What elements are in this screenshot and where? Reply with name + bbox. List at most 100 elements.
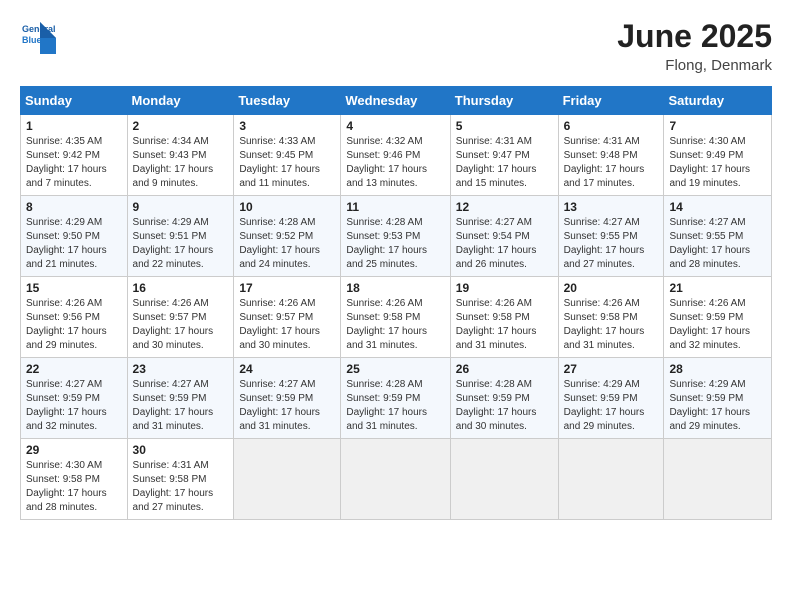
day-cell: 21Sunrise: 4:26 AMSunset: 9:59 PMDayligh… — [664, 277, 772, 358]
day-info-line: Sunset: 9:55 PM — [564, 230, 659, 244]
day-info-line: Sunrise: 4:35 AM — [26, 135, 122, 149]
day-info-line: Sunrise: 4:31 AM — [456, 135, 553, 149]
day-info-line: Sunrise: 4:27 AM — [26, 378, 122, 392]
day-number: 27 — [564, 362, 659, 376]
day-cell: 26Sunrise: 4:28 AMSunset: 9:59 PMDayligh… — [450, 358, 558, 439]
day-info-line: Daylight: 17 hours and 24 minutes. — [239, 244, 335, 272]
day-info: Sunrise: 4:27 AMSunset: 9:54 PMDaylight:… — [456, 216, 553, 272]
day-number: 12 — [456, 200, 553, 214]
day-info-line: Sunrise: 4:28 AM — [456, 378, 553, 392]
day-info: Sunrise: 4:28 AMSunset: 9:59 PMDaylight:… — [346, 378, 444, 434]
day-info-line: Daylight: 17 hours and 27 minutes. — [133, 487, 229, 515]
day-info: Sunrise: 4:26 AMSunset: 9:58 PMDaylight:… — [346, 297, 444, 353]
day-number: 9 — [133, 200, 229, 214]
day-info: Sunrise: 4:30 AMSunset: 9:49 PMDaylight:… — [669, 135, 766, 191]
day-info-line: Sunset: 9:58 PM — [346, 311, 444, 325]
day-cell: 1Sunrise: 4:35 AMSunset: 9:42 PMDaylight… — [21, 115, 128, 196]
day-info-line: Sunrise: 4:27 AM — [239, 378, 335, 392]
day-info-line: Sunset: 9:46 PM — [346, 149, 444, 163]
week-row-5: 29Sunrise: 4:30 AMSunset: 9:58 PMDayligh… — [21, 439, 772, 520]
day-info-line: Sunrise: 4:29 AM — [26, 216, 122, 230]
day-info-line: Sunrise: 4:29 AM — [133, 216, 229, 230]
day-info: Sunrise: 4:26 AMSunset: 9:57 PMDaylight:… — [133, 297, 229, 353]
day-cell: 9 Sunrise: 4:29 AMSunset: 9:51 PMDaylight… — [127, 196, 234, 277]
svg-text:Blue: Blue — [22, 35, 42, 45]
day-number: 16 — [133, 281, 229, 295]
day-number: 15 — [26, 281, 122, 295]
day-info-line: Sunset: 9:57 PM — [239, 311, 335, 325]
day-number: 19 — [456, 281, 553, 295]
col-wednesday: Wednesday — [341, 87, 450, 115]
day-info-line: Sunset: 9:58 PM — [564, 311, 659, 325]
day-info-line: Daylight: 17 hours and 21 minutes. — [26, 244, 122, 272]
day-number: 30 — [133, 443, 229, 457]
day-number: 28 — [669, 362, 766, 376]
day-info-line: Daylight: 17 hours and 31 minutes. — [133, 406, 229, 434]
day-cell — [558, 439, 664, 520]
day-info: Sunrise: 4:28 AMSunset: 9:59 PMDaylight:… — [456, 378, 553, 434]
day-info: Sunrise: 4:29 AMSunset: 9:59 PMDaylight:… — [564, 378, 659, 434]
day-info: Sunrise: 4:29 AMSunset: 9:51 PMDaylight:… — [133, 216, 229, 272]
header: General Blue June 2025 Flong, Denmark — [20, 18, 772, 74]
day-info-line: Daylight: 17 hours and 9 minutes. — [133, 163, 229, 191]
day-cell: 14 Sunrise: 4:27 AMSunset: 9:55 PMDayligh… — [664, 196, 772, 277]
day-info-line: Sunset: 9:55 PM — [669, 230, 766, 244]
day-cell: 15 Sunrise: 4:26 AMSunset: 9:56 PMDayligh… — [21, 277, 128, 358]
day-info: Sunrise: 4:27 AMSunset: 9:55 PMDaylight:… — [669, 216, 766, 272]
calendar-title: June 2025 — [617, 18, 772, 55]
day-cell: 16 Sunrise: 4:26 AMSunset: 9:57 PMDayligh… — [127, 277, 234, 358]
col-friday: Friday — [558, 87, 664, 115]
logo: General Blue — [20, 18, 60, 54]
day-info: Sunrise: 4:33 AMSunset: 9:45 PMDaylight:… — [239, 135, 335, 191]
day-cell: 11 Sunrise: 4:28 AMSunset: 9:53 PMDayligh… — [341, 196, 450, 277]
day-cell: 22 Sunrise: 4:27 AMSunset: 9:59 PMDayligh… — [21, 358, 128, 439]
day-number: 4 — [346, 119, 444, 133]
day-info-line: Sunrise: 4:26 AM — [669, 297, 766, 311]
day-info-line: Sunset: 9:58 PM — [456, 311, 553, 325]
day-info: Sunrise: 4:27 AMSunset: 9:59 PMDaylight:… — [26, 378, 122, 434]
col-monday: Monday — [127, 87, 234, 115]
day-cell: 8Sunrise: 4:29 AMSunset: 9:50 PMDaylight… — [21, 196, 128, 277]
day-cell: 25Sunrise: 4:28 AMSunset: 9:59 PMDayligh… — [341, 358, 450, 439]
day-info-line: Daylight: 17 hours and 31 minutes. — [564, 325, 659, 353]
page: General Blue June 2025 Flong, Denmark Su… — [0, 0, 792, 612]
day-number: 14 — [669, 200, 766, 214]
day-number: 5 — [456, 119, 553, 133]
day-number: 21 — [669, 281, 766, 295]
day-info-line: Sunrise: 4:27 AM — [564, 216, 659, 230]
day-info-line: Sunset: 9:59 PM — [26, 392, 122, 406]
day-number: 22 — [26, 362, 122, 376]
day-info: Sunrise: 4:34 AMSunset: 9:43 PMDaylight:… — [133, 135, 229, 191]
day-info-line: Sunset: 9:56 PM — [26, 311, 122, 325]
day-cell: 10Sunrise: 4:28 AMSunset: 9:52 PMDayligh… — [234, 196, 341, 277]
day-info-line: Sunrise: 4:29 AM — [564, 378, 659, 392]
day-info-line: Sunset: 9:43 PM — [133, 149, 229, 163]
day-info: Sunrise: 4:26 AMSunset: 9:58 PMDaylight:… — [564, 297, 659, 353]
day-info-line: Sunrise: 4:32 AM — [346, 135, 444, 149]
day-info-line: Sunrise: 4:27 AM — [456, 216, 553, 230]
day-info-line: Sunrise: 4:27 AM — [133, 378, 229, 392]
day-number: 2 — [133, 119, 229, 133]
day-number: 11 — [346, 200, 444, 214]
day-number: 3 — [239, 119, 335, 133]
day-info-line: Daylight: 17 hours and 28 minutes. — [26, 487, 122, 515]
day-cell — [664, 439, 772, 520]
day-info-line: Daylight: 17 hours and 30 minutes. — [239, 325, 335, 353]
day-info: Sunrise: 4:26 AMSunset: 9:57 PMDaylight:… — [239, 297, 335, 353]
logo-icon: General Blue — [20, 18, 56, 54]
day-info-line: Sunset: 9:57 PM — [133, 311, 229, 325]
day-cell: 23Sunrise: 4:27 AMSunset: 9:59 PMDayligh… — [127, 358, 234, 439]
day-number: 13 — [564, 200, 659, 214]
day-info-line: Sunrise: 4:31 AM — [564, 135, 659, 149]
day-info-line: Sunrise: 4:27 AM — [669, 216, 766, 230]
day-info-line: Sunset: 9:50 PM — [26, 230, 122, 244]
day-info: Sunrise: 4:28 AMSunset: 9:53 PMDaylight:… — [346, 216, 444, 272]
day-info: Sunrise: 4:28 AMSunset: 9:52 PMDaylight:… — [239, 216, 335, 272]
day-info-line: Daylight: 17 hours and 31 minutes. — [346, 325, 444, 353]
day-info-line: Sunrise: 4:28 AM — [346, 216, 444, 230]
day-info: Sunrise: 4:26 AMSunset: 9:56 PMDaylight:… — [26, 297, 122, 353]
day-info-line: Sunrise: 4:26 AM — [456, 297, 553, 311]
day-info-line: Sunrise: 4:29 AM — [669, 378, 766, 392]
day-cell: 12 Sunrise: 4:27 AMSunset: 9:54 PMDayligh… — [450, 196, 558, 277]
day-cell: 29Sunrise: 4:30 AMSunset: 9:58 PMDayligh… — [21, 439, 128, 520]
